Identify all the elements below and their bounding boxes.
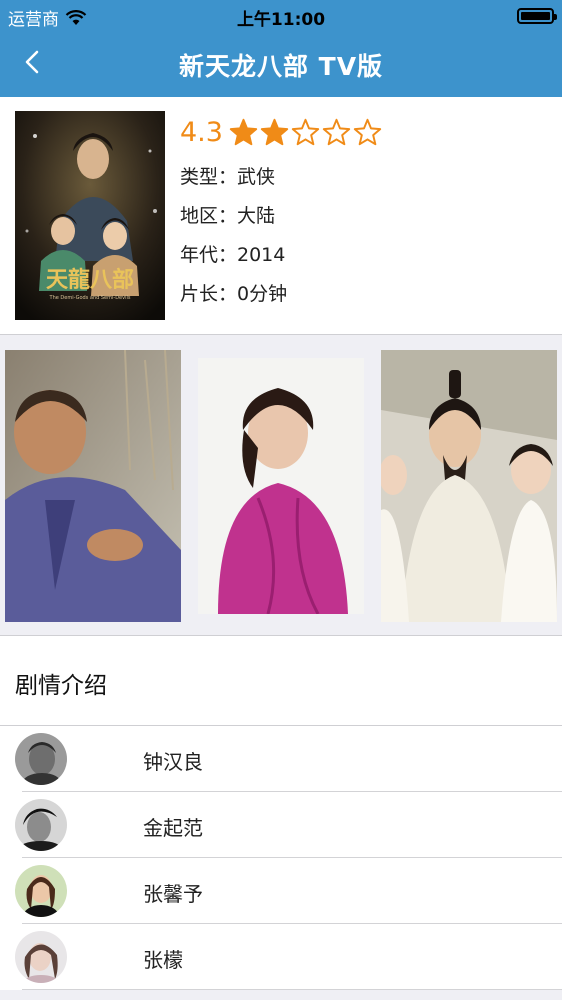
movie-info-section: 天龍八部 The Demi-Gods and Semi-Devils 4.3 类…: [0, 97, 562, 335]
region-label: 地区：大陆: [180, 205, 276, 227]
year-label: 年代：2014: [180, 244, 286, 266]
genre-label: 类型：武侠: [180, 166, 276, 188]
battery-icon: [517, 8, 557, 24]
rating-row: 4.3: [180, 117, 384, 148]
row-divider: [22, 989, 562, 990]
poster-image: 天龍八部 The Demi-Gods and Semi-Devils: [15, 111, 165, 320]
star-outline-icon: [322, 118, 351, 146]
synopsis-title: 剧情介绍: [15, 673, 107, 699]
cast-list-item[interactable]: 金起范: [0, 792, 562, 858]
avatar: [15, 733, 67, 785]
star-outline-icon: [291, 118, 320, 146]
navigation-bar: 新天龙八部 TV版: [0, 32, 562, 94]
synopsis-section[interactable]: 剧情介绍: [0, 636, 562, 726]
cast-name: 钟汉良: [143, 750, 203, 774]
cast-name: 张馨予: [143, 882, 203, 906]
cast-list-item[interactable]: 张檬: [0, 924, 562, 990]
cast-list-item[interactable]: 钟汉良: [0, 726, 562, 792]
avatar: [15, 799, 67, 851]
status-time: 上午11:00: [236, 10, 326, 30]
star-filled-icon: [229, 118, 258, 146]
still-photo-3[interactable]: [381, 350, 557, 622]
duration-label: 片长：0分钟: [180, 283, 288, 305]
status-bar: 运营商 上午11:00: [0, 0, 562, 32]
poster-title-art: 天龍八部: [46, 267, 134, 293]
cast-list-item[interactable]: 张馨予: [0, 858, 562, 924]
rating-score: 4.3: [180, 117, 223, 148]
star-filled-icon: [260, 118, 289, 146]
movie-poster[interactable]: 天龍八部 The Demi-Gods and Semi-Devils: [15, 111, 165, 320]
star-outline-icon: [353, 118, 382, 146]
avatar: [15, 931, 67, 983]
still-photo-1[interactable]: [5, 350, 181, 622]
poster-subtitle: The Demi-Gods and Semi-Devils: [49, 295, 131, 301]
stills-gallery[interactable]: [0, 336, 562, 636]
cast-list: 钟汉良 金起范 张馨予 张檬: [0, 726, 562, 990]
cast-name: 张檬: [143, 948, 183, 972]
rating-stars: [229, 118, 384, 147]
top-bar: 运营商 上午11:00 新天龙八部 TV版: [0, 0, 562, 97]
page-title: 新天龙八部 TV版: [178, 52, 384, 81]
still-photo-2[interactable]: [198, 358, 364, 614]
avatar: [15, 865, 67, 917]
cast-name: 金起范: [143, 816, 203, 840]
